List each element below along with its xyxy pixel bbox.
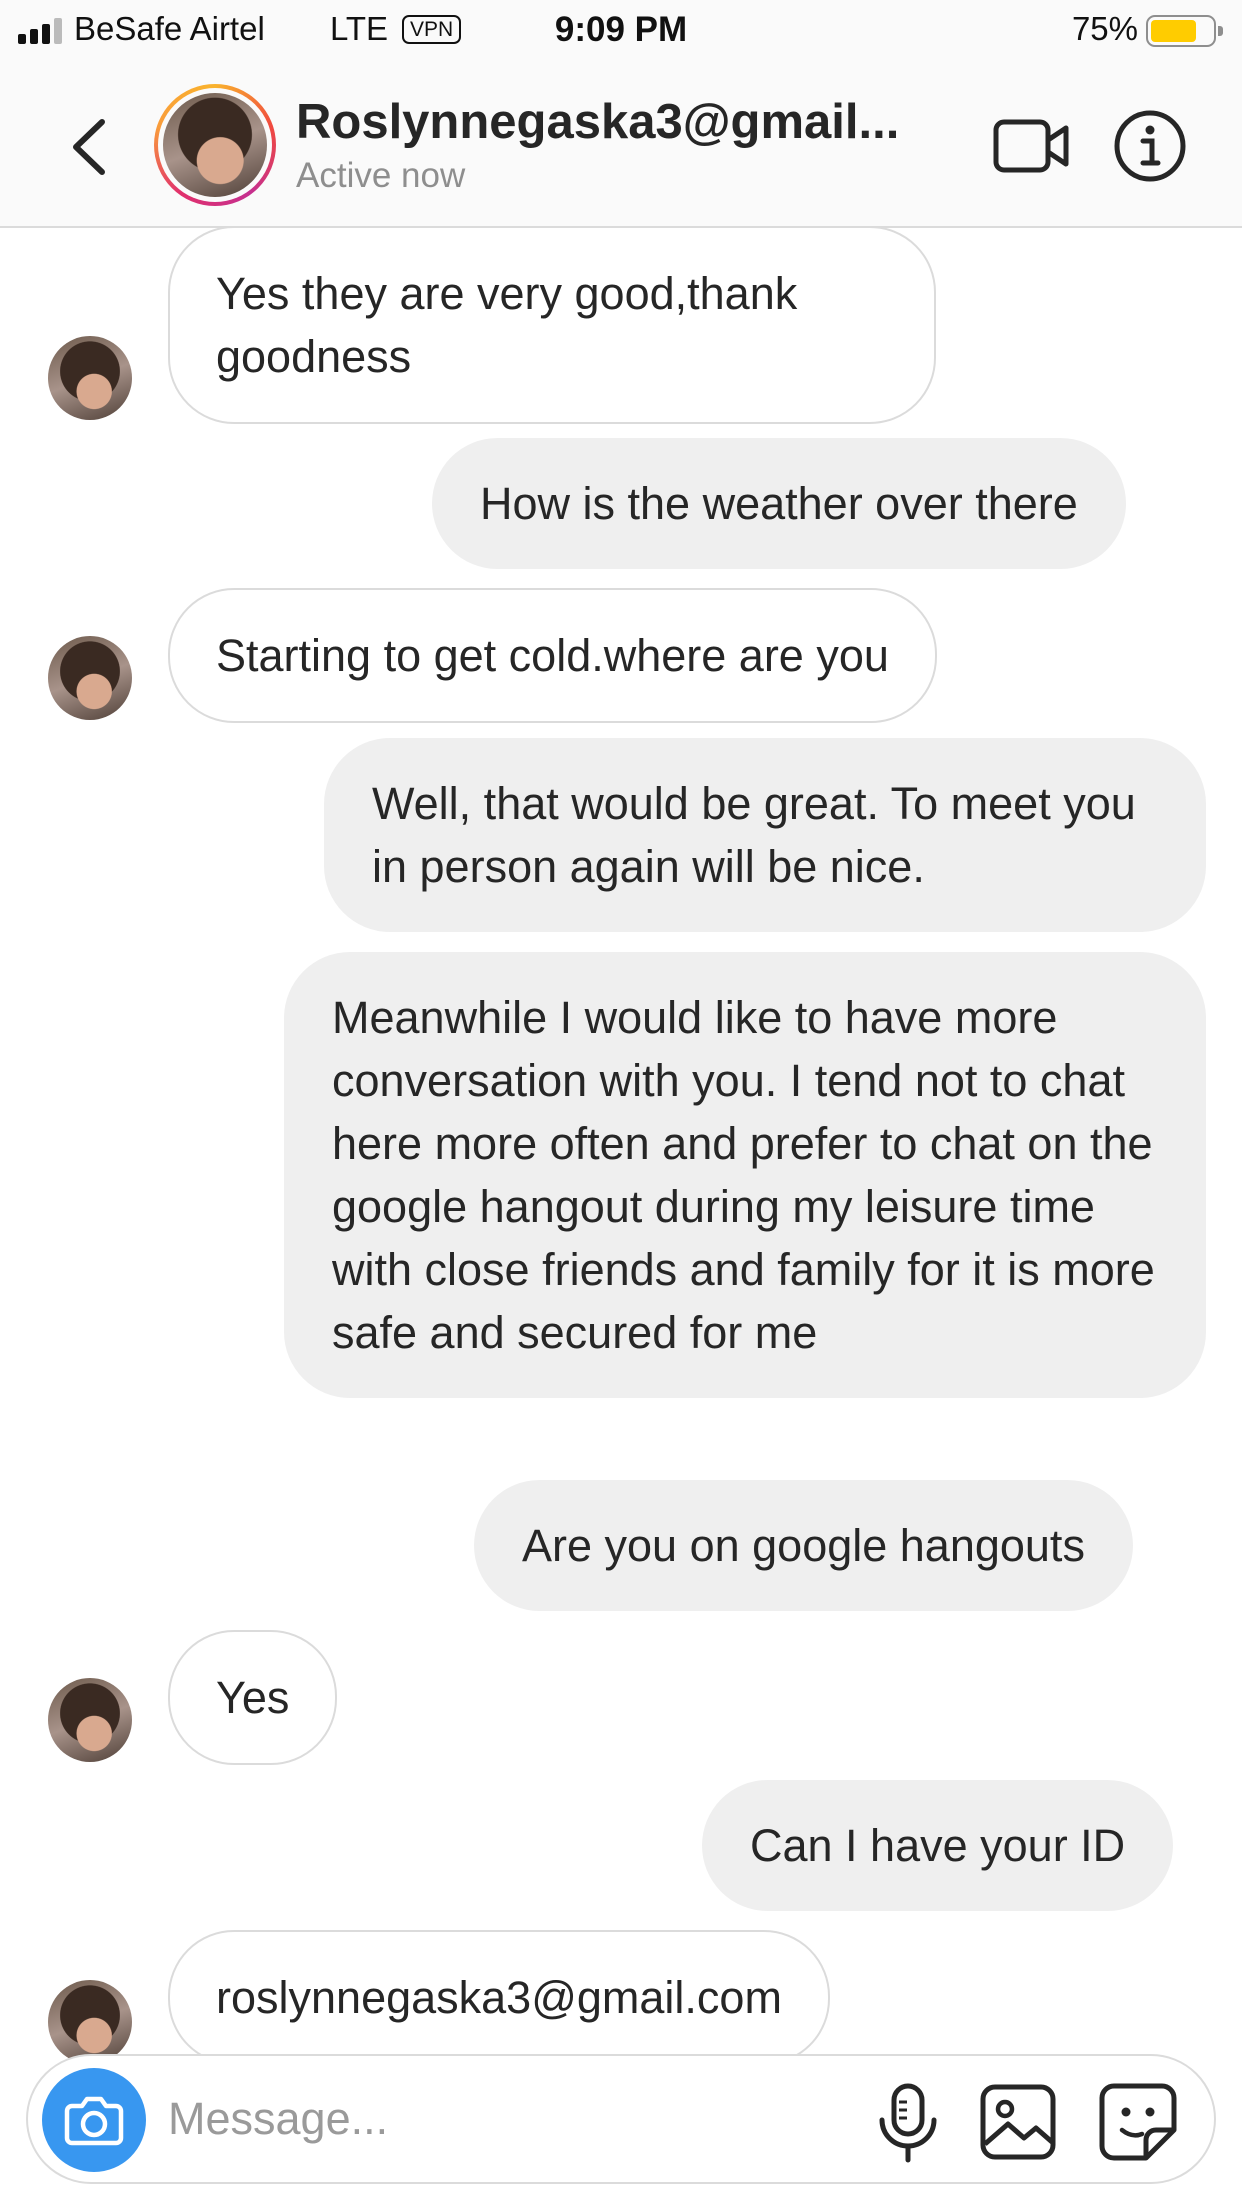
gallery-button[interactable] — [978, 2082, 1058, 2162]
message-bubble-incoming[interactable]: Yes — [168, 1630, 338, 1765]
message-bubble-outgoing[interactable]: Well, that would be great. To meet you i… — [324, 738, 1206, 932]
status-bar: BeSafe Airtel LTE VPN 9:09 PM 75% — [0, 0, 1242, 62]
sticker-button[interactable] — [1096, 2080, 1180, 2164]
message-bubble-incoming[interactable]: roslynnegaska3@gmail.com — [168, 1930, 830, 2058]
microphone-icon — [879, 2083, 937, 2163]
back-button[interactable] — [58, 112, 118, 182]
message-input[interactable] — [168, 2084, 728, 2154]
sticker-icon — [1099, 2083, 1177, 2161]
message-bubble-incoming[interactable]: Yes they are very good,thank goodness — [168, 228, 936, 424]
camera-button[interactable] — [42, 2068, 146, 2172]
status-time: 9:09 PM — [554, 10, 688, 49]
message-thread[interactable]: Yes they are very good,thank goodness Ho… — [0, 228, 1242, 2058]
contact-name[interactable]: Roslynnegaska3@gmail... — [296, 94, 899, 150]
back-chevron-icon — [73, 119, 105, 175]
message-bubble-incoming[interactable]: Starting to get cold.where are you — [168, 588, 937, 723]
gallery-icon — [980, 2084, 1056, 2160]
chat-header: Roslynnegaska3@gmail... Active now — [0, 62, 1242, 228]
sender-avatar[interactable] — [48, 1678, 132, 1762]
avatar-photo — [163, 93, 267, 197]
message-bubble-outgoing[interactable]: How is the weather over there — [432, 438, 1126, 569]
message-bubble-outgoing[interactable]: Are you on google hangouts — [474, 1480, 1133, 1611]
sender-avatar[interactable] — [48, 336, 132, 420]
camera-icon — [64, 2096, 124, 2146]
message-composer — [26, 2054, 1216, 2184]
battery-icon — [1146, 15, 1223, 47]
video-call-button[interactable] — [992, 114, 1070, 178]
sender-avatar[interactable] — [48, 636, 132, 720]
active-status: Active now — [296, 156, 466, 195]
sender-avatar[interactable] — [48, 1980, 132, 2058]
message-bubble-outgoing[interactable]: Meanwhile I would like to have more conv… — [284, 952, 1206, 1398]
message-bubble-outgoing[interactable]: Can I have your ID — [702, 1780, 1174, 1911]
contact-avatar[interactable] — [154, 84, 276, 206]
battery-percentage: 75% — [1071, 10, 1138, 47]
voice-message-button[interactable] — [870, 2080, 946, 2164]
info-icon — [1114, 110, 1186, 182]
info-button[interactable] — [1112, 108, 1188, 184]
video-call-icon — [993, 119, 1069, 173]
